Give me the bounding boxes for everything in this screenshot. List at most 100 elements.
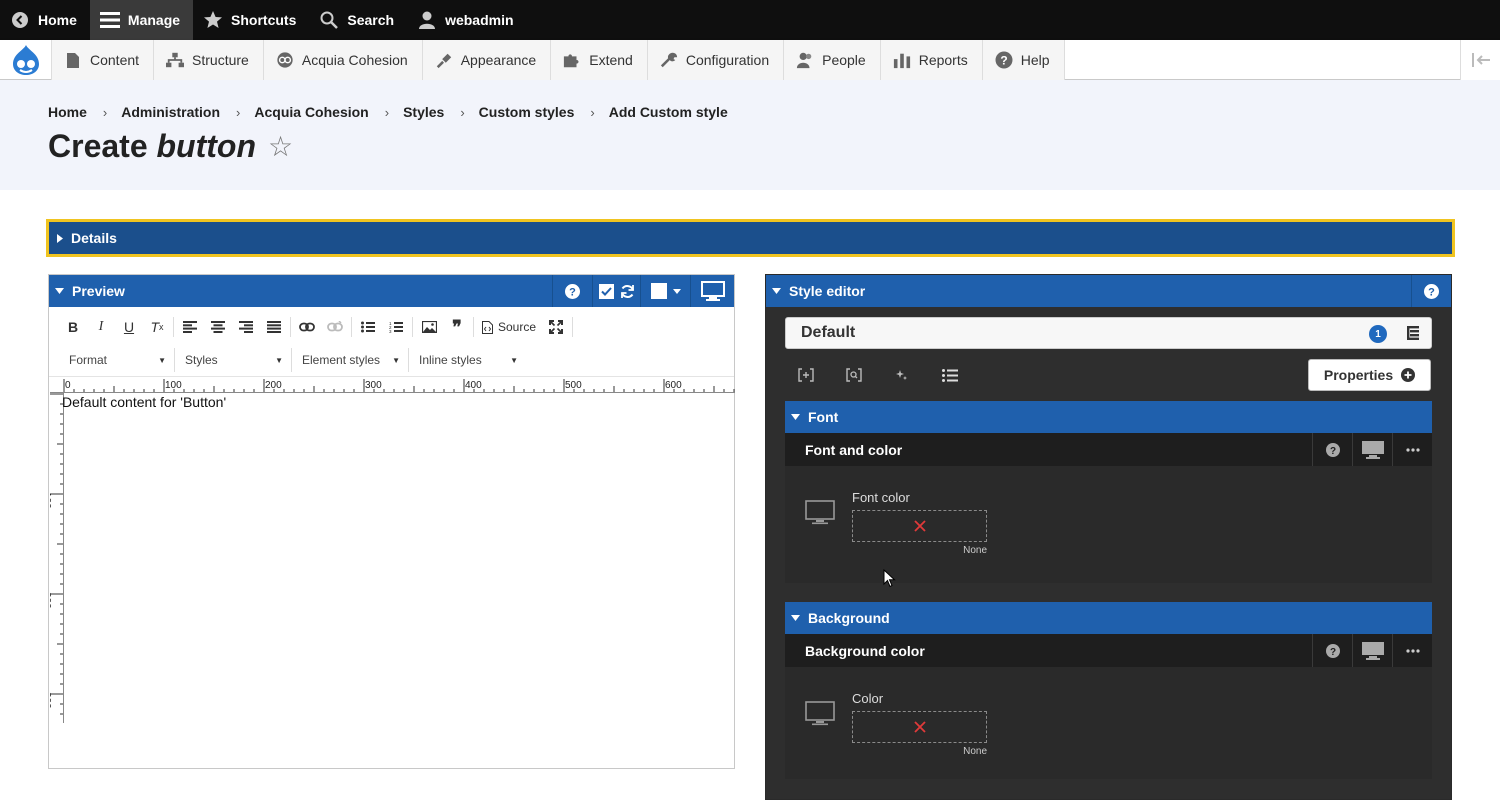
more-options-icon[interactable]: [1392, 634, 1432, 667]
style-editor-label: Style editor: [789, 283, 866, 299]
font-section-toggle[interactable]: Font: [785, 401, 1432, 433]
tray-item-people[interactable]: People: [784, 40, 881, 80]
breadcrumb-separator: ›: [384, 104, 390, 120]
style-editor-help-button[interactable]: ?: [1411, 275, 1451, 307]
numbered-list-icon[interactable]: 123: [382, 315, 410, 339]
maximize-icon[interactable]: [542, 315, 570, 339]
svg-text:?: ?: [569, 286, 576, 298]
combo-label: Format: [69, 353, 108, 367]
color-picker-swatch[interactable]: [852, 711, 987, 743]
section-title: Font: [808, 409, 839, 425]
breadcrumb-link[interactable]: Home: [48, 104, 87, 120]
inline-styles-combo[interactable]: Inline styles ▼: [409, 348, 526, 372]
tray-item-label: Structure: [192, 52, 249, 68]
toolbar-search[interactable]: Search: [309, 0, 407, 40]
preview-content[interactable]: Default content for 'Button': [62, 394, 226, 410]
help-icon[interactable]: ?: [1312, 433, 1352, 466]
tray-item-structure[interactable]: Structure: [154, 40, 264, 80]
italic-button[interactable]: I: [87, 315, 115, 339]
ruler-v-label: 300: [50, 692, 52, 709]
tray-item-label: Extend: [589, 52, 633, 68]
tray-item-label: Content: [90, 52, 140, 68]
preview-refresh-controls[interactable]: [592, 275, 640, 307]
toolbar-manage-label: Manage: [127, 12, 181, 28]
link-icon[interactable]: [293, 315, 321, 339]
tray-item-acquia-cohesion[interactable]: Acquia Cohesion: [263, 40, 423, 80]
desktop-monitor-icon[interactable]: [1352, 634, 1392, 667]
tray-item-reports[interactable]: Reports: [880, 40, 983, 80]
more-options-icon[interactable]: [1392, 433, 1432, 466]
breadcrumb-link[interactable]: Administration: [121, 104, 220, 120]
ruler-h-label: 500: [565, 380, 582, 391]
element-styles-combo[interactable]: Element styles ▼: [292, 348, 409, 372]
combo-label: Inline styles: [419, 353, 482, 367]
sparkle-icon[interactable]: [892, 365, 912, 385]
tray-item-extend[interactable]: Extend: [551, 40, 648, 80]
toolbar-manage[interactable]: Manage: [89, 0, 194, 40]
drupal-logo[interactable]: [0, 40, 52, 80]
field-label: Font color: [852, 490, 910, 505]
preview-device-button[interactable]: [690, 275, 734, 307]
bold-button[interactable]: B: [59, 315, 87, 339]
caret-down-icon: ▼: [392, 355, 400, 365]
tray-orientation-toggle[interactable]: [1460, 40, 1500, 80]
refresh-icon[interactable]: [620, 284, 635, 299]
add-bracket-icon[interactable]: [796, 365, 816, 385]
white-swatch-icon: [650, 283, 667, 299]
ruler-h-label: 400: [465, 380, 482, 391]
align-right-icon[interactable]: [232, 315, 260, 339]
toolbar-shortcuts[interactable]: Shortcuts: [193, 0, 309, 40]
tree-menu-icon[interactable]: [1407, 326, 1419, 340]
ruler-h-label: 0: [65, 380, 71, 391]
desktop-monitor-icon[interactable]: [1352, 433, 1392, 466]
tray-item-appearance[interactable]: Appearance: [422, 40, 552, 80]
back-arrow-icon: [10, 10, 30, 30]
breadcrumb-separator: ›: [236, 104, 241, 120]
details-toggle[interactable]: Details: [46, 219, 1455, 257]
source-button[interactable]: Source: [476, 315, 542, 339]
blockquote-icon[interactable]: ❞: [443, 315, 471, 339]
combo-label: Element styles: [302, 353, 381, 367]
align-justify-icon[interactable]: [260, 315, 288, 339]
underline-button[interactable]: U: [115, 315, 143, 339]
tray-item-content[interactable]: Content: [52, 40, 155, 80]
format-combo[interactable]: Format ▼: [59, 348, 175, 372]
vertical-ruler: 0 100 200 300: [50, 393, 64, 723]
user-icon: [417, 10, 437, 30]
preview-background-dropdown[interactable]: [640, 275, 690, 307]
tray-item-configuration[interactable]: Configuration: [647, 40, 785, 80]
checkbox-checked-icon[interactable]: [598, 283, 614, 299]
mouse-cursor-icon: [883, 569, 896, 588]
style-selector[interactable]: Default 1: [785, 317, 1432, 349]
caret-down-icon: ▼: [510, 355, 518, 365]
favorite-star-icon[interactable]: ☆: [268, 130, 293, 163]
preview-help-button[interactable]: ?: [552, 275, 592, 307]
style-editor-toggle[interactable]: Style editor: [772, 283, 865, 299]
bulleted-list-icon[interactable]: [354, 315, 382, 339]
help-icon[interactable]: ?: [1312, 634, 1352, 667]
remove-format-button[interactable]: Tx: [143, 315, 171, 339]
preview-toggle[interactable]: Preview: [49, 283, 552, 299]
unlink-icon[interactable]: [321, 315, 349, 339]
breadcrumb-link[interactable]: Custom styles: [479, 104, 575, 120]
list-icon[interactable]: [940, 365, 960, 385]
toolbar-user[interactable]: webadmin: [407, 0, 526, 40]
toolbar-user-label: webadmin: [445, 12, 514, 28]
styles-combo[interactable]: Styles ▼: [175, 348, 292, 372]
inspect-bracket-icon[interactable]: [844, 365, 864, 385]
caret-down-icon: [791, 414, 800, 420]
tray-item-help[interactable]: ? Help: [982, 40, 1065, 80]
color-picker-swatch[interactable]: [852, 510, 987, 542]
align-center-icon[interactable]: [204, 315, 232, 339]
caret-down-icon: ▼: [158, 355, 166, 365]
breadcrumb-link[interactable]: Add Custom style: [609, 104, 728, 120]
properties-button[interactable]: Properties: [1308, 359, 1431, 391]
breadcrumb-link[interactable]: Acquia Cohesion: [254, 104, 368, 120]
background-section-toggle[interactable]: Background: [785, 602, 1432, 634]
image-icon[interactable]: [415, 315, 443, 339]
align-left-icon[interactable]: [176, 315, 204, 339]
breadcrumb-separator: ›: [102, 104, 108, 120]
breadcrumb-link[interactable]: Styles: [403, 104, 444, 120]
help-icon: ?: [1424, 283, 1439, 299]
toolbar-home[interactable]: Home: [0, 0, 90, 40]
